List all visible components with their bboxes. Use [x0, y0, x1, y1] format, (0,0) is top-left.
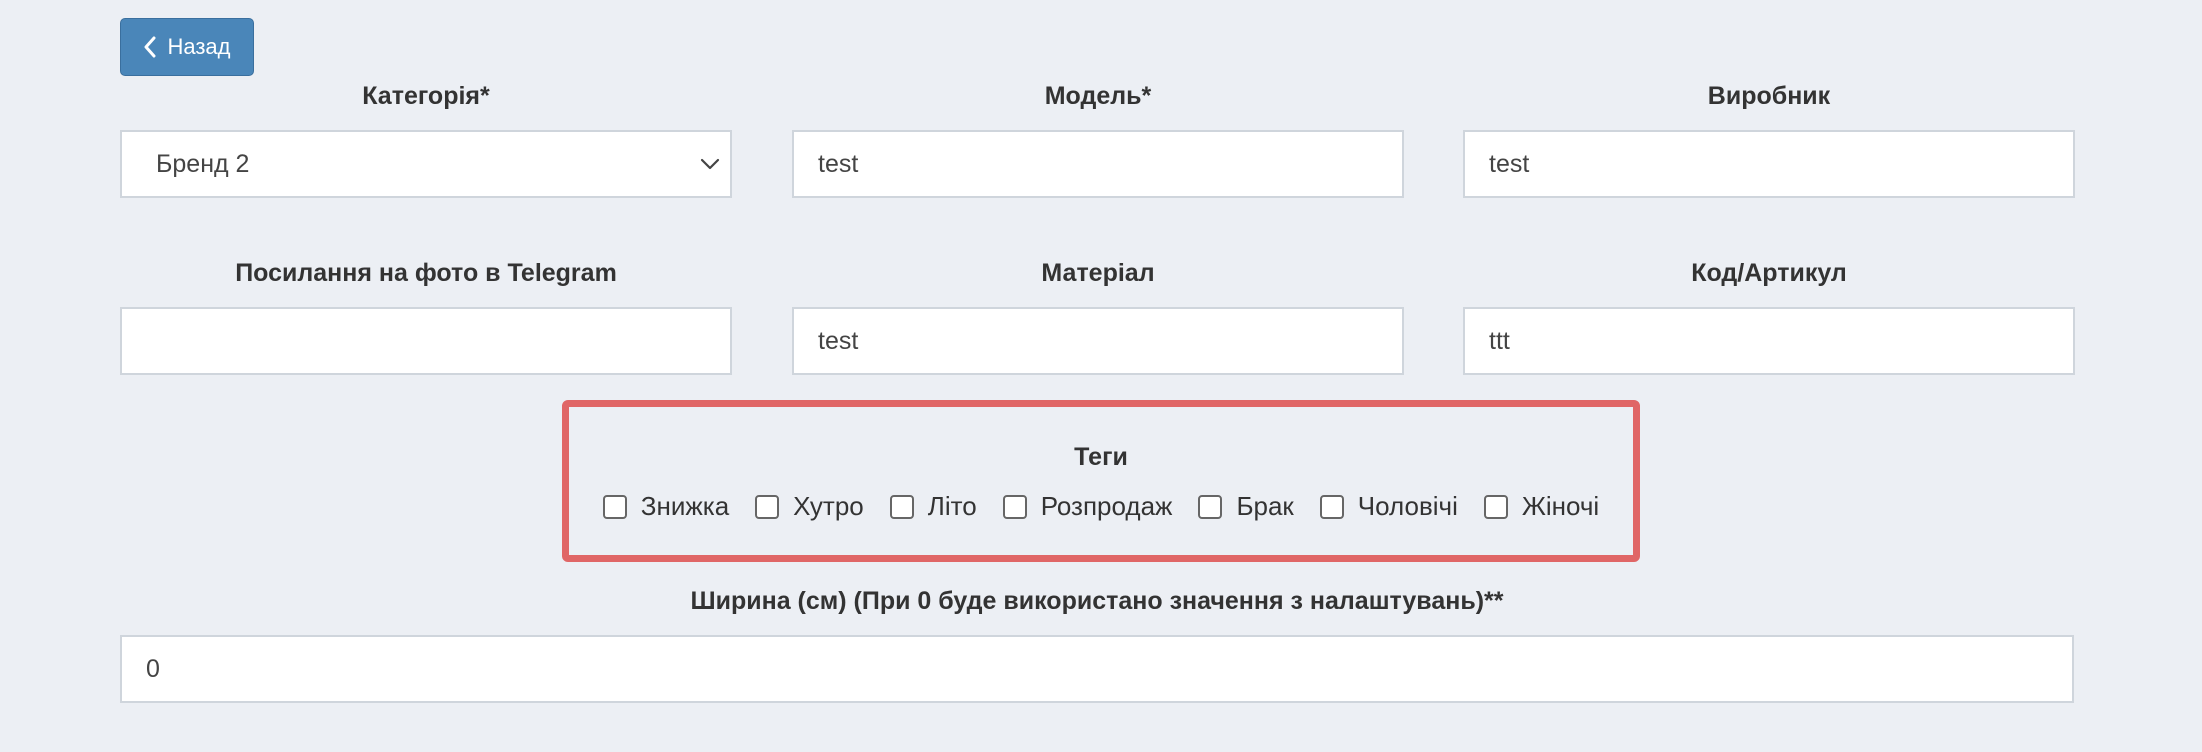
material-label: Матеріал	[1041, 259, 1155, 287]
manufacturer-field: Виробник test	[1463, 80, 2075, 198]
manufacturer-input[interactable]: test	[1463, 130, 2075, 198]
tags-title: Теги	[1074, 443, 1128, 471]
code-input[interactable]: ttt	[1463, 307, 2075, 375]
tag-summer[interactable]: Літо	[889, 491, 977, 522]
chevron-down-icon	[700, 158, 720, 170]
width-label: Ширина (см) (При 0 буде використано знач…	[690, 587, 1504, 615]
category-label: Категорія*	[362, 82, 490, 110]
tag-discount[interactable]: Знижка	[602, 491, 730, 522]
tag-men-label: Чоловічі	[1357, 491, 1458, 521]
width-value: 0	[146, 654, 160, 683]
tag-discount-label: Знижка	[640, 491, 730, 521]
manufacturer-label: Виробник	[1707, 82, 1831, 110]
tag-summer-checkbox[interactable]	[889, 494, 914, 519]
telegram-photo-label: Посилання на фото в Telegram	[235, 259, 617, 287]
width-input[interactable]: 0	[120, 635, 2074, 703]
tag-defect-label: Брак	[1236, 491, 1294, 521]
tag-sale[interactable]: Розпродаж	[1002, 491, 1173, 522]
tag-summer-label: Літо	[927, 491, 977, 521]
width-field: Ширина (см) (При 0 буде використано знач…	[120, 585, 2074, 703]
material-field: Матеріал test	[792, 257, 1404, 375]
manufacturer-value: test	[1489, 149, 1530, 178]
material-value: test	[818, 326, 859, 355]
tag-defect[interactable]: Брак	[1198, 491, 1294, 522]
code-value: ttt	[1489, 326, 1510, 355]
tag-sale-label: Розпродаж	[1040, 491, 1173, 521]
tag-women[interactable]: Жіночі	[1483, 491, 1600, 522]
category-selected-value: Бренд 2	[156, 149, 250, 178]
category-field: Категорія* Бренд 2	[120, 80, 732, 198]
category-select[interactable]: Бренд 2	[120, 130, 732, 198]
tag-fur-label: Хутро	[793, 491, 864, 521]
tag-defect-checkbox[interactable]	[1198, 494, 1223, 519]
code-label: Код/Артикул	[1691, 259, 1847, 287]
tag-sale-checkbox[interactable]	[1002, 494, 1027, 519]
model-input[interactable]: test	[792, 130, 1404, 198]
tag-women-checkbox[interactable]	[1483, 494, 1508, 519]
tag-fur-checkbox[interactable]	[755, 494, 780, 519]
back-button-label: Назад	[167, 34, 231, 59]
tag-men[interactable]: Чоловічі	[1319, 491, 1458, 522]
tags-list: Знижка Хутро Літо Розпродаж Брак Чоловіч…	[569, 491, 1633, 522]
code-field: Код/Артикул ttt	[1463, 257, 2075, 375]
tag-discount-checkbox[interactable]	[602, 494, 627, 519]
tag-women-label: Жіночі	[1521, 491, 1600, 521]
tags-panel: Теги Знижка Хутро Літо Розпродаж Брак Чо…	[562, 400, 1640, 562]
tag-fur[interactable]: Хутро	[755, 491, 864, 522]
model-field: Модель* test	[792, 80, 1404, 198]
telegram-photo-field: Посилання на фото в Telegram	[120, 257, 732, 375]
back-button[interactable]: Назад	[120, 18, 254, 76]
tag-men-checkbox[interactable]	[1319, 494, 1344, 519]
model-label: Модель*	[1044, 82, 1152, 110]
material-input[interactable]: test	[792, 307, 1404, 375]
product-form-page: Назад Категорія* Бренд 2 Модель* test Ви…	[0, 0, 2202, 752]
telegram-photo-input[interactable]	[120, 307, 732, 375]
model-value: test	[818, 149, 859, 178]
chevron-left-icon	[144, 36, 156, 58]
